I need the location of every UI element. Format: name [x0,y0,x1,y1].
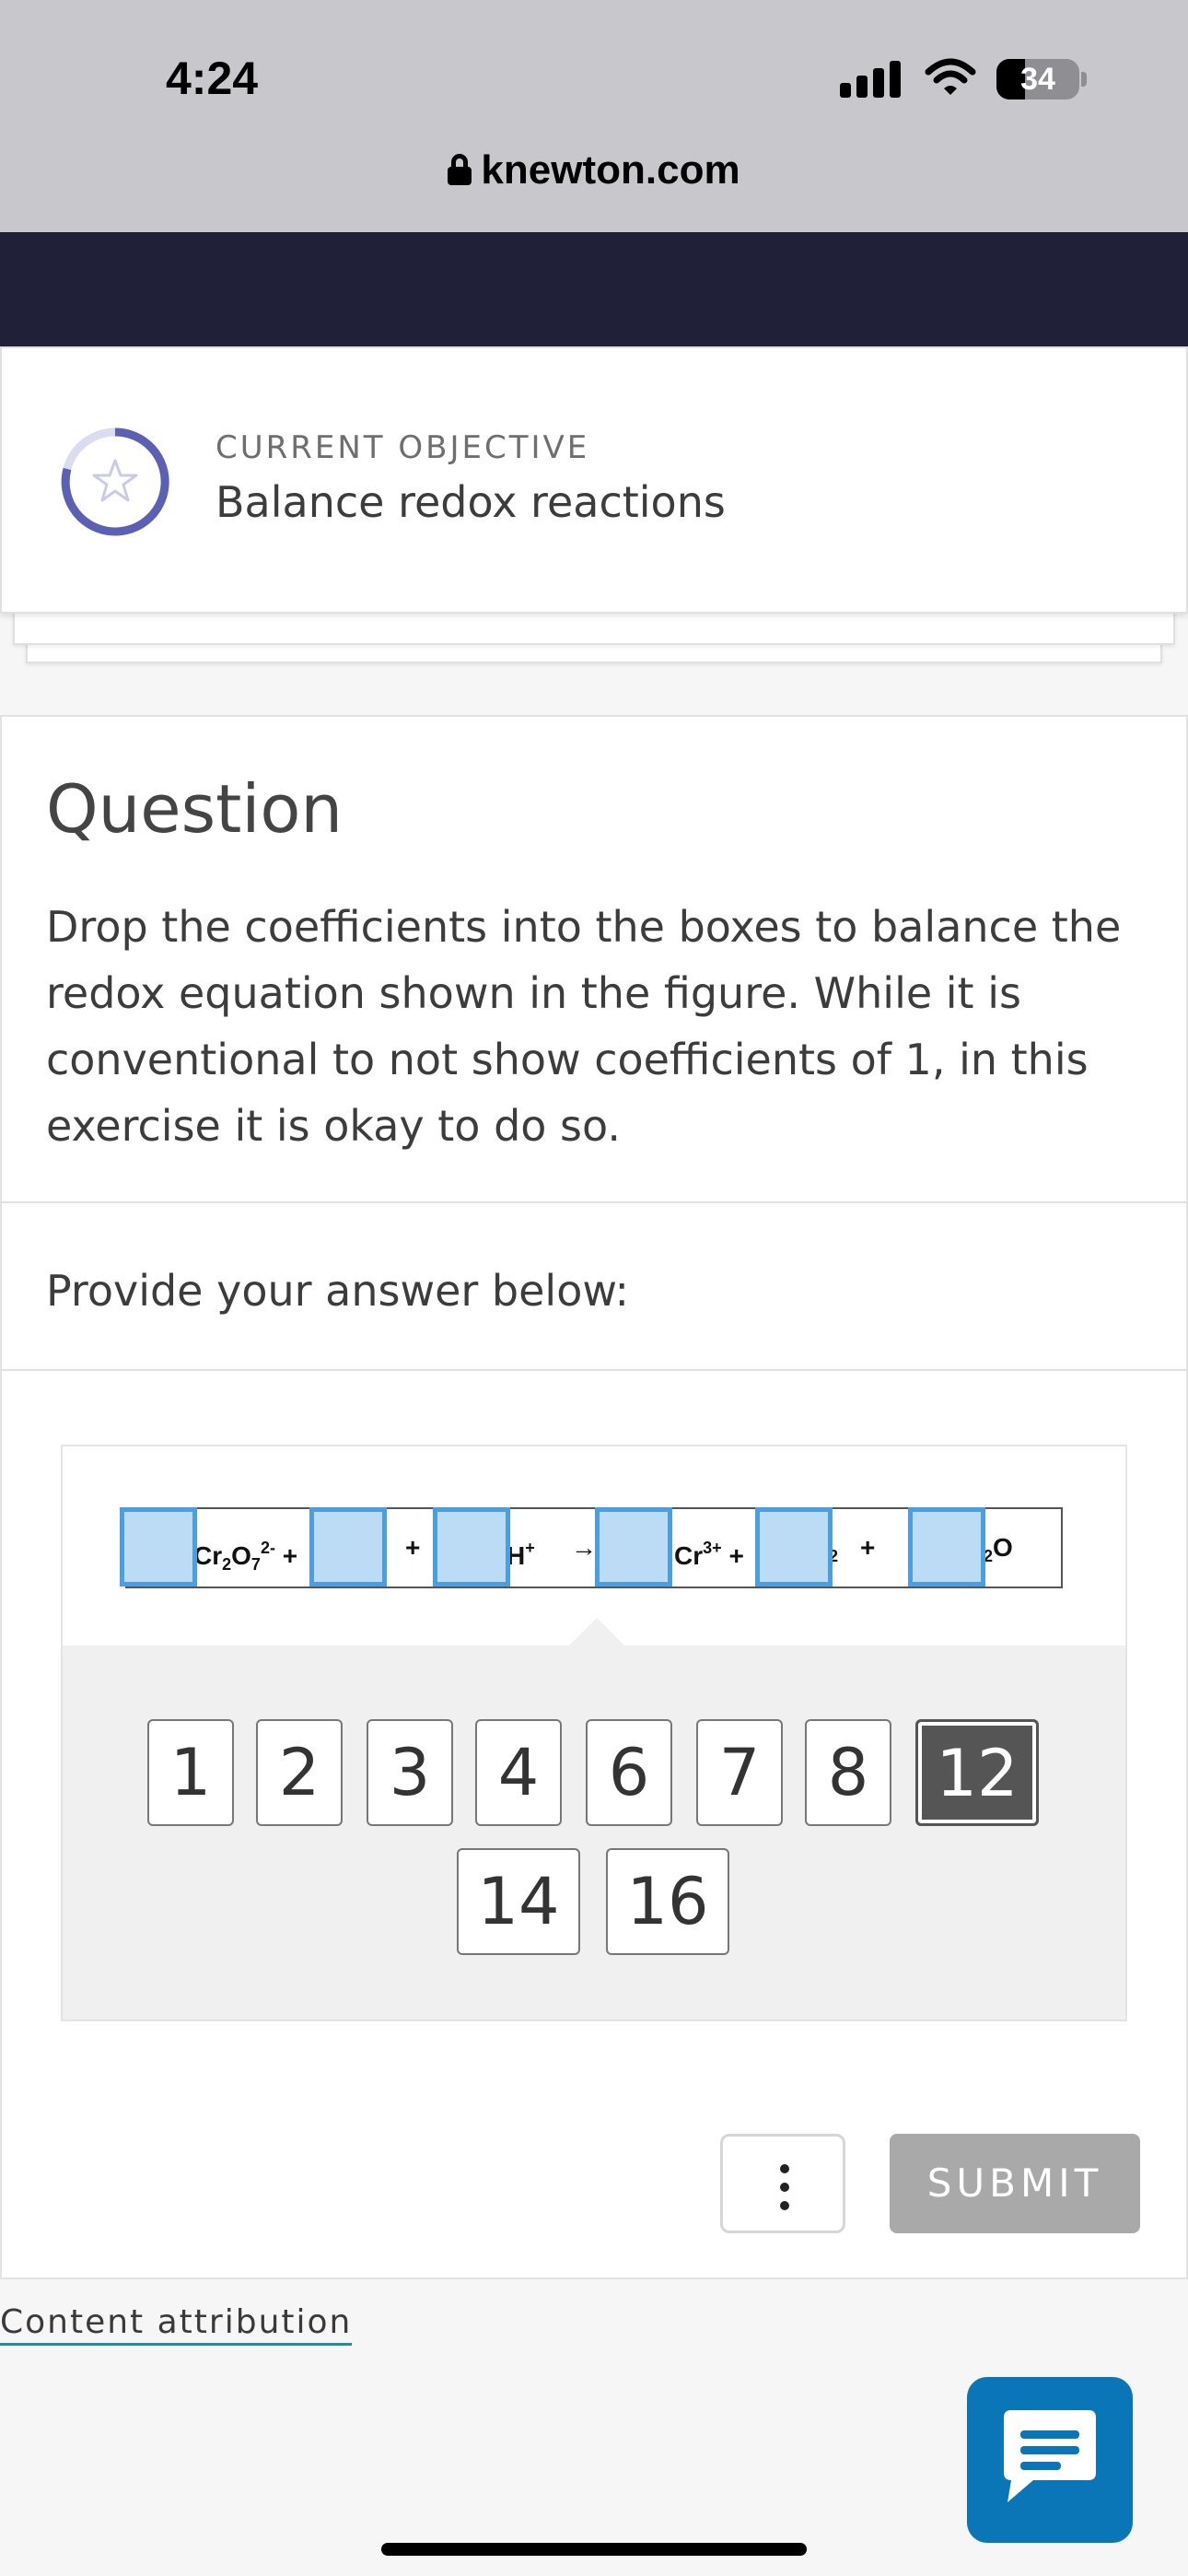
lock-icon [448,154,472,185]
coefficient-tile-1[interactable]: 1 [147,1719,234,1826]
battery-icon: 34 [996,59,1079,100]
drop-box-2[interactable] [309,1507,387,1587]
coefficient-tile-7[interactable]: 7 [696,1719,783,1826]
objective-title: Balance redox reactions [215,477,726,527]
coefficient-tile-4[interactable]: 4 [475,1719,562,1826]
address-bar[interactable]: knewton.com [0,147,1188,193]
battery-percent: 34 [1020,62,1055,97]
equation-arrow: → [571,1533,597,1562]
coefficient-bank [63,1645,1125,2020]
chat-button[interactable] [967,2377,1133,2543]
coefficient-tile-8[interactable]: 8 [805,1719,891,1826]
equation-term-dichromate: Cr2O72- + [193,1539,298,1574]
coefficient-tile-2[interactable]: 2 [256,1719,343,1826]
answer-prompt: Provide your answer below: [46,1266,629,1316]
question-heading: Question [46,770,344,848]
divider [0,1201,1188,1203]
wifi-icon [925,58,976,95]
battery-nub [1081,72,1087,87]
star-icon [92,459,138,502]
coefficient-tile-12-selected[interactable]: 12 [915,1719,1039,1826]
objective-progress-ring [61,427,169,536]
equation-plus: + [405,1533,421,1562]
divider [0,1369,1188,1371]
bank-pointer [567,1618,626,1647]
drop-box-5[interactable] [755,1507,833,1587]
drop-box-6[interactable] [908,1507,985,1587]
drop-box-1[interactable] [120,1507,197,1587]
coefficient-tile-3[interactable]: 3 [367,1719,453,1826]
coefficient-tile-6[interactable]: 6 [586,1719,672,1826]
equation-term-hydrogen-ion: H+ [507,1539,535,1570]
more-vertical-icon-dot [780,2201,789,2210]
equation-plus: + [860,1533,876,1562]
content-attribution-link[interactable]: Content attribution [0,2303,353,2346]
objective-label: CURRENT OBJECTIVE [215,429,590,466]
more-vertical-icon-dot [780,2183,789,2192]
signal-icon [840,61,904,98]
equation-term-water: 2O [984,1533,1013,1565]
equation-term-chromium-ion: Cr3+ + [674,1539,744,1570]
url-text: knewton.com [481,147,740,193]
more-options-button[interactable] [720,2134,845,2233]
coefficient-tile-16[interactable]: 16 [606,1848,729,1955]
question-text: Drop the coefficients into the boxes to … [46,902,1122,1151]
coefficient-tile-14[interactable]: 14 [457,1848,580,1955]
drop-box-4[interactable] [595,1507,672,1587]
app-header-bar [0,232,1188,348]
chat-icon [1004,2410,1096,2502]
browser-chrome [0,0,1188,232]
drop-box-3[interactable] [433,1507,510,1587]
more-vertical-icon [780,2164,789,2173]
home-indicator [381,2543,807,2556]
status-time: 4:24 [166,53,259,104]
submit-button[interactable]: SUBMIT [890,2134,1140,2233]
